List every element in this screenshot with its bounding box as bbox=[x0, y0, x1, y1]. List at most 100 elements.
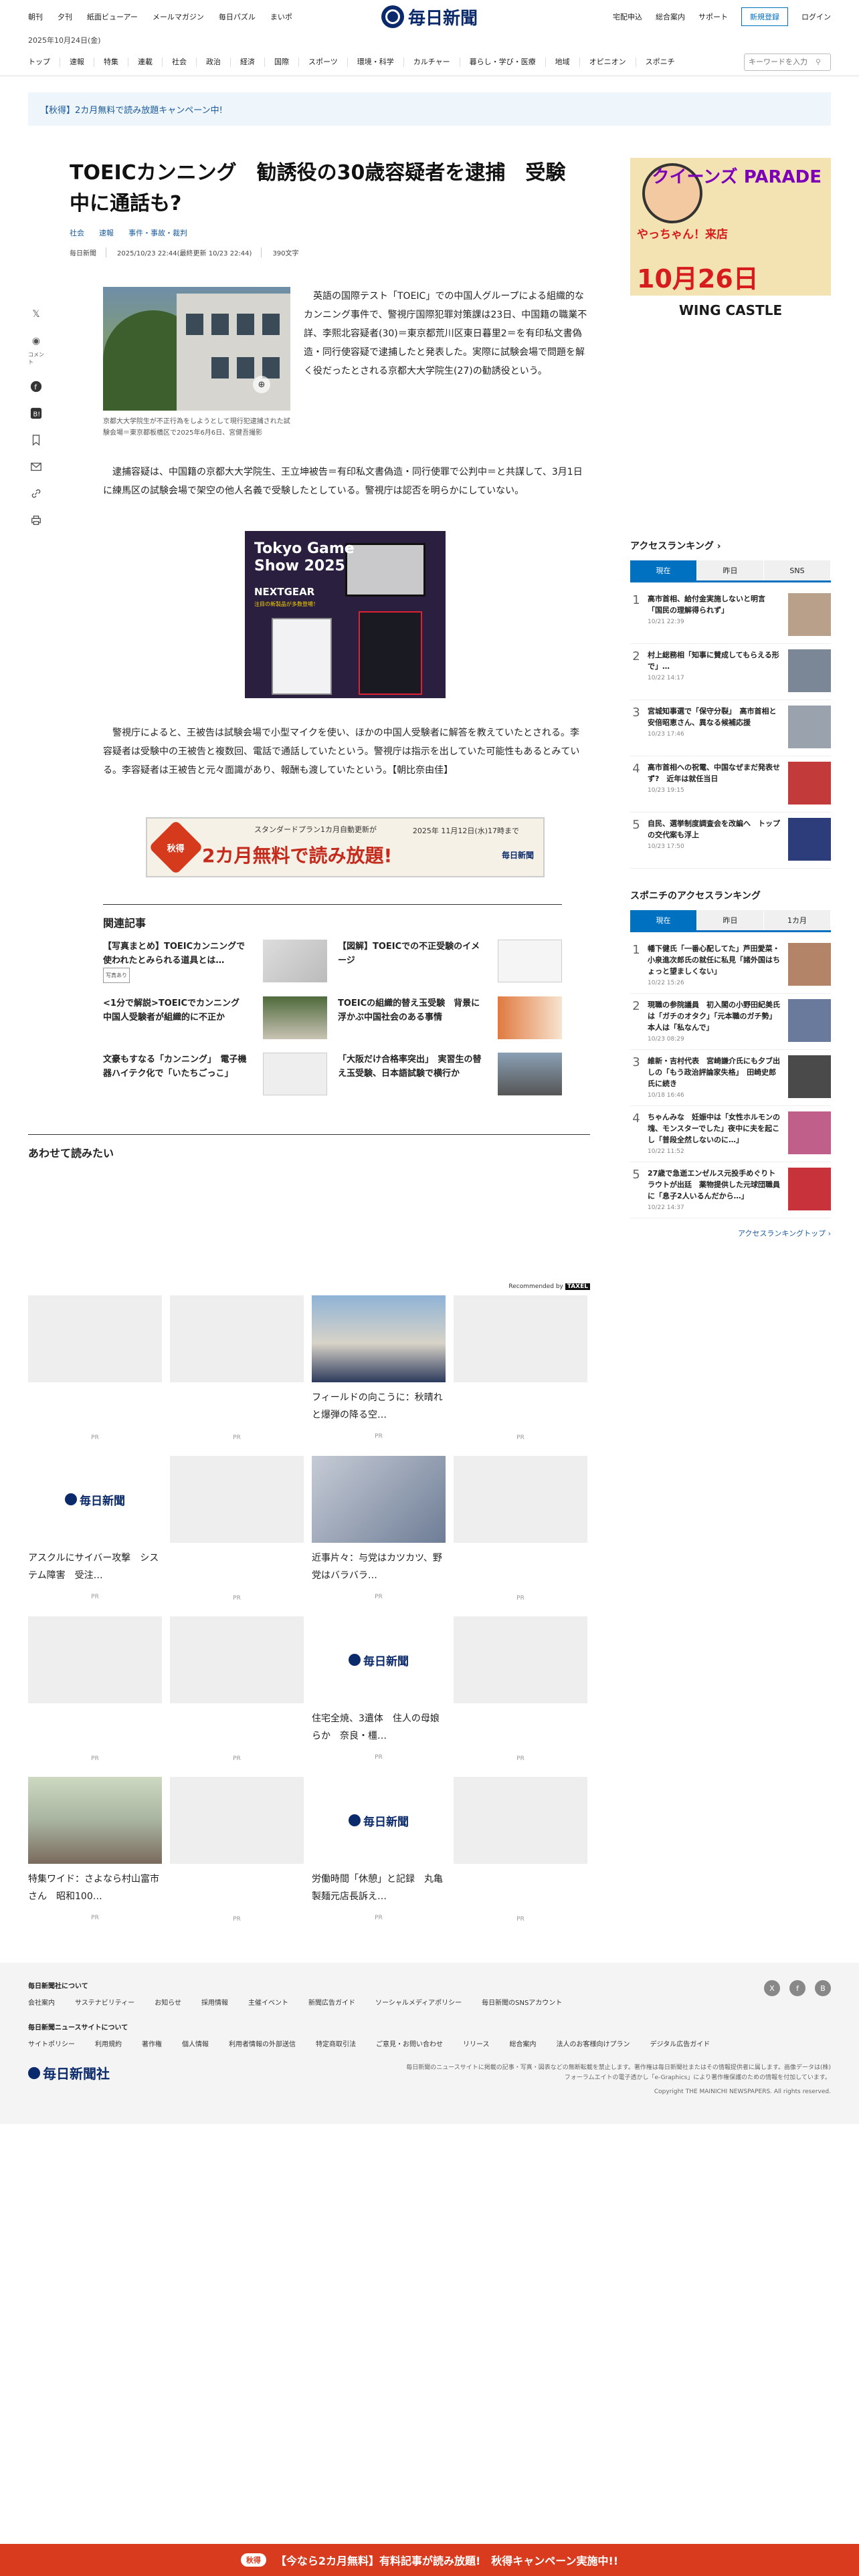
recommended-card[interactable]: 近事片々：与党はカツカツ、野党はバラバラ… PR bbox=[312, 1456, 446, 1604]
recommended-card[interactable]: 毎日新聞 アスクルにサイバー攻撃 システム障害 受注… PR bbox=[28, 1456, 162, 1604]
ranking-item[interactable]: 5 27歳で急逝エンゼルス元投手めぐりトラウトが出廷 薬物提供した元球団職員に「息… bbox=[630, 1162, 831, 1218]
facebook-share-icon[interactable]: f bbox=[30, 381, 42, 393]
ranking-item[interactable]: 3 宮城知事選で「保守分裂」 高市首相と安倍昭恵さん、異なる候補応援 10/23 1… bbox=[630, 700, 831, 756]
campaign-banner[interactable]: 【秋得】2カ月無料で読み放題キャンペーン中! bbox=[28, 92, 831, 126]
footer-link[interactable]: 法人のお客様向けプラン bbox=[557, 2038, 630, 2048]
recommended-card[interactable]: フィールドの向こうに：秋晴れと爆弾の降る空… PR bbox=[312, 1295, 446, 1444]
recommended-card[interactable]: PR bbox=[454, 1777, 587, 1925]
site-logo[interactable]: 毎日新聞 bbox=[381, 5, 478, 29]
top-link[interactable]: 紙面ビューアー bbox=[87, 11, 138, 22]
hatena-share-icon[interactable]: B! bbox=[30, 407, 42, 419]
footer-link[interactable]: ご意見・お問い合わせ bbox=[376, 2038, 443, 2048]
footer-link[interactable]: 主催イベント bbox=[248, 1997, 288, 2007]
comment-icon[interactable]: ◉ bbox=[30, 335, 42, 347]
tag-link[interactable]: 事件・事故・裁判 bbox=[128, 227, 187, 238]
ranking-item[interactable]: 3 維新・吉村代表 宮崎謙介氏にも夕ブ出しの「もう政治評論家失格」 田崎史郎氏に続… bbox=[630, 1050, 831, 1106]
recommended-card[interactable]: PR bbox=[170, 1295, 304, 1444]
footer-link[interactable]: 採用情報 bbox=[201, 1997, 228, 2007]
search-input[interactable] bbox=[749, 58, 816, 66]
nav-item[interactable]: 暮らし・学び・医療 bbox=[460, 57, 546, 67]
footer-link[interactable]: 特定商取引法 bbox=[316, 2038, 356, 2048]
nav-item[interactable]: 連載 bbox=[128, 57, 163, 67]
footer-link[interactable]: 会社案内 bbox=[28, 1997, 55, 2007]
recommended-card[interactable]: PR bbox=[454, 1456, 587, 1604]
related-item[interactable]: 「大阪だけ合格率突出」 実習生の替え玉受験、日本語試験で横行か bbox=[338, 1053, 562, 1095]
ranking-item[interactable]: 1 幡下健氏「一番心配してた」芦田愛菜・小泉進次郎氏の就任に私見「諸外国はちょっと… bbox=[630, 938, 831, 994]
bookmark-icon[interactable] bbox=[30, 434, 42, 446]
footer-link[interactable]: サステナビリティー bbox=[75, 1997, 134, 2007]
mail-icon[interactable] bbox=[30, 461, 42, 473]
related-item[interactable]: 【図解】TOEICでの不正受験のイメージ bbox=[338, 940, 562, 983]
ranking-item[interactable]: 4 ちゃんみな 妊娠中は「女性ホルモンの塊、モンスターでした」夜中に夫を起こし「普… bbox=[630, 1106, 831, 1162]
ranking-item[interactable]: 4 高市首相への祝電、中国なぜまだ発表せず? 近年は就任当日 10/23 19:15 bbox=[630, 756, 831, 813]
hatena-icon[interactable]: B bbox=[815, 1980, 831, 1996]
recommended-card[interactable]: PR bbox=[454, 1295, 587, 1444]
recommended-card[interactable]: PR bbox=[170, 1777, 304, 1925]
subscription-promo[interactable]: 秋得 スタンダードプラン1カ月自動更新が 2カ月無料で読み放題! 2025年 1… bbox=[146, 817, 545, 877]
print-icon[interactable] bbox=[30, 514, 42, 526]
top-link[interactable]: 夕刊 bbox=[58, 11, 72, 22]
tab-sns[interactable]: SNS bbox=[764, 560, 831, 580]
ranking-item[interactable]: 2 現職の参院議員 初入閣の小野田紀美氏は「ガチのオタク」「元本職のガチ勢」本人は… bbox=[630, 994, 831, 1050]
tab-yesterday[interactable]: 昨日 bbox=[697, 910, 764, 930]
footer-link[interactable]: サイトポリシー bbox=[28, 2038, 75, 2048]
related-item[interactable]: 【写真まとめ】TOEICカンニングで使われたとみられる道具とは… 写真あり bbox=[103, 940, 327, 983]
top-link[interactable]: メールマガジン bbox=[153, 11, 204, 22]
footer-logo[interactable]: 毎日新聞社 bbox=[28, 2063, 110, 2082]
footer-link[interactable]: 毎日新聞のSNSアカウント bbox=[482, 1997, 562, 2007]
login-link[interactable]: ログイン bbox=[801, 11, 831, 22]
related-item[interactable]: 文豪もすなる「カンニング」 電子機器ハイテク化で「いたちごっこ」 bbox=[103, 1053, 327, 1095]
tab-now[interactable]: 現在 bbox=[630, 560, 697, 580]
top-link[interactable]: 朝刊 bbox=[28, 11, 43, 22]
ranking-heading[interactable]: アクセスランキング bbox=[630, 541, 714, 552]
recommended-card[interactable]: PR bbox=[170, 1616, 304, 1765]
footer-link[interactable]: お知らせ bbox=[155, 1997, 181, 2007]
recommended-card[interactable]: PR bbox=[454, 1616, 587, 1765]
recommended-card[interactable]: PR bbox=[28, 1616, 162, 1765]
tab-now[interactable]: 現在 bbox=[630, 910, 697, 930]
nav-item[interactable]: 速報 bbox=[60, 57, 94, 67]
footer-link[interactable]: 総合案内 bbox=[510, 2038, 537, 2048]
footer-link[interactable]: 著作権 bbox=[142, 2038, 162, 2048]
recommended-card[interactable]: 毎日新聞 住宅全焼、3遺体 住人の母娘らか 奈良・橿… PR bbox=[312, 1616, 446, 1765]
footer-link[interactable]: ソーシャルメディアポリシー bbox=[375, 1997, 462, 2007]
nav-item[interactable]: 国際 bbox=[265, 57, 299, 67]
game-show-ad[interactable]: Tokyo Game Show 2025 NEXTGEAR 注目の新製品が多数登… bbox=[245, 531, 446, 698]
recommended-card[interactable]: 特集ワイド：さよなら村山富市さん 昭和100… PR bbox=[28, 1777, 162, 1925]
zoom-icon[interactable]: ⊕ bbox=[253, 376, 270, 393]
ranking-item[interactable]: 1 高市首相、給付金実施しないと明言 「国民の理解得られず」 10/21 22:39 bbox=[630, 588, 831, 644]
nav-item[interactable]: スポニチ bbox=[636, 58, 684, 67]
ranking-more-link[interactable]: アクセスランキングトップ › bbox=[630, 1228, 831, 1239]
campaign-bottom-bar[interactable]: 秋得 【今なら2カ月無料】有料記事が読み放題! 秋得キャンペーン実施中!! bbox=[0, 2544, 859, 2576]
tab-yesterday[interactable]: 昨日 bbox=[697, 560, 764, 580]
top-link[interactable]: 宅配申込 bbox=[613, 11, 642, 22]
footer-link[interactable]: 新聞広告ガイド bbox=[308, 1997, 355, 2007]
search-icon[interactable]: ⚲ bbox=[816, 58, 821, 66]
top-link[interactable]: サポート bbox=[698, 11, 728, 22]
footer-link[interactable]: 利用者情報の外部送信 bbox=[229, 2038, 296, 2048]
article-photo[interactable]: ⊕ bbox=[103, 287, 290, 411]
side-ad[interactable]: クイーンズ PARADE やっちゃん！来店 10月26日 WING CASTLE bbox=[630, 158, 831, 325]
footer-link[interactable]: リリース bbox=[463, 2038, 490, 2048]
tag-link[interactable]: 速報 bbox=[99, 227, 114, 238]
nav-item[interactable]: 社会 bbox=[163, 57, 197, 67]
nav-item[interactable]: オピニオン bbox=[580, 57, 636, 67]
x-share-icon[interactable]: 𝕏 bbox=[30, 308, 42, 320]
footer-link[interactable]: 利用規約 bbox=[95, 2038, 122, 2048]
nav-item[interactable]: トップ bbox=[28, 57, 60, 67]
related-item[interactable]: TOEICの組織的替え玉受験 背景に浮かぶ中国社会のある事情 bbox=[338, 996, 562, 1039]
nav-item[interactable]: スポーツ bbox=[299, 57, 348, 67]
top-link[interactable]: 総合案内 bbox=[656, 11, 685, 22]
recommended-card[interactable]: PR bbox=[28, 1295, 162, 1444]
nav-item[interactable]: カルチャー bbox=[404, 57, 460, 67]
nav-item[interactable]: 政治 bbox=[197, 57, 231, 67]
link-copy-icon[interactable] bbox=[30, 488, 42, 500]
tag-link[interactable]: 社会 bbox=[70, 227, 84, 238]
related-item[interactable]: <1分で解説>TOEICでカンニング 中国人受験者が組織的に不正か bbox=[103, 996, 327, 1039]
tab-month[interactable]: 1カ月 bbox=[764, 910, 831, 930]
nav-item[interactable]: 地域 bbox=[546, 57, 580, 67]
facebook-icon[interactable]: f bbox=[789, 1980, 805, 1996]
footer-link[interactable]: 個人情報 bbox=[182, 2038, 209, 2048]
ranking-item[interactable]: 5 自民、選挙制度調査会を改編へ トップの交代案も浮上 10/23 17:50 bbox=[630, 813, 831, 869]
recommended-card[interactable]: PR bbox=[170, 1456, 304, 1604]
